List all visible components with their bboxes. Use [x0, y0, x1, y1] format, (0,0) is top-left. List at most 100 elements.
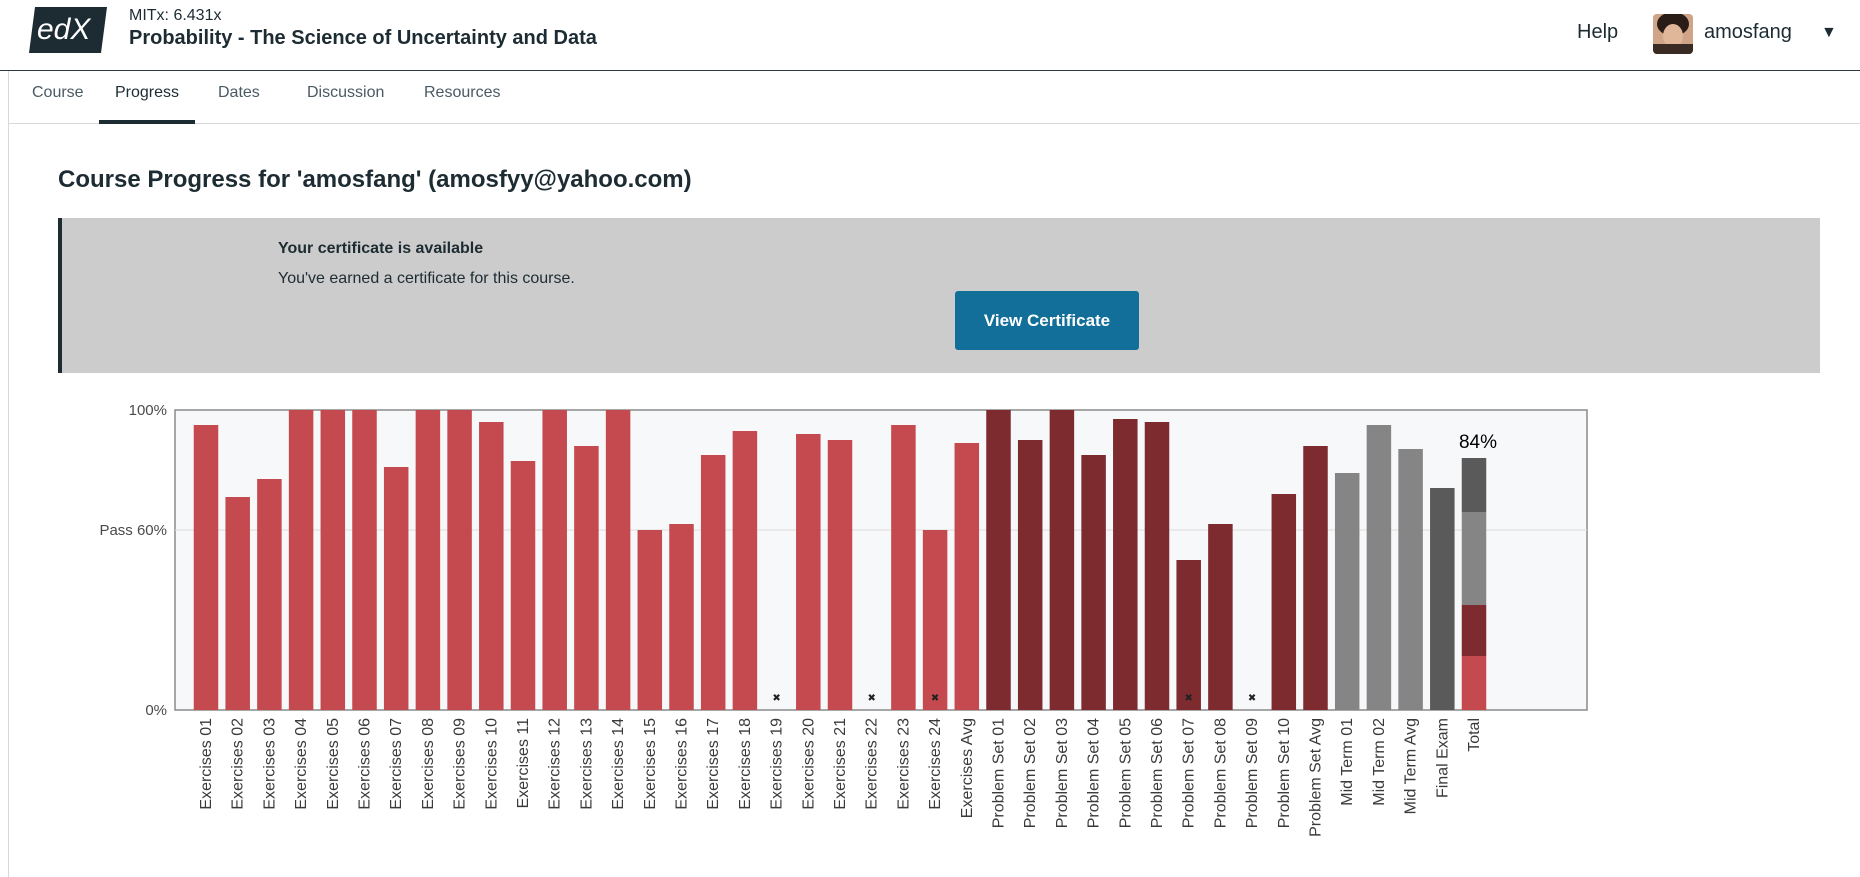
- user-avatar-icon: [1653, 14, 1693, 54]
- grade-bar: [225, 497, 250, 710]
- x-tick-label: Problem Set 08: [1212, 718, 1229, 828]
- x-tick-label: Mid Term 02: [1371, 718, 1388, 806]
- grade-bar: [1430, 488, 1455, 710]
- tab-progress[interactable]: Progress: [99, 83, 196, 124]
- logo-text: edX: [37, 13, 91, 46]
- x-tick-label: Exercises Avg: [959, 718, 976, 818]
- x-tick-label: Exercises 07: [388, 718, 405, 810]
- x-tick-label: Exercises 15: [642, 718, 659, 810]
- x-tick-label: Problem Set Avg: [1308, 718, 1325, 837]
- x-tick-label: Mid Term Avg: [1403, 718, 1420, 814]
- x-tick-label: Exercises 24: [927, 718, 944, 810]
- page-title: Course Progress for 'amosfang' (amosfyy@…: [58, 166, 692, 193]
- grade-bar: [637, 530, 663, 710]
- missing-marker-icon: ✖: [772, 693, 780, 704]
- grade-bar: [352, 410, 377, 710]
- grade-bar: [415, 410, 441, 710]
- grade-bar: [479, 422, 504, 710]
- grade-bar: [1113, 419, 1138, 710]
- edx-logo[interactable]: edX: [29, 7, 107, 53]
- view-certificate-button[interactable]: View Certificate: [955, 291, 1139, 350]
- tab-discussion[interactable]: Discussion: [291, 83, 400, 124]
- grade-bar: [700, 455, 726, 710]
- x-tick-label: Problem Set 02: [1022, 718, 1039, 828]
- x-tick-label: Final Exam: [1434, 718, 1451, 798]
- help-link[interactable]: Help: [1577, 21, 1618, 44]
- grade-bar: [1303, 446, 1328, 710]
- x-tick-label: Exercises 09: [452, 718, 469, 810]
- x-tick-label: Exercises 13: [578, 718, 595, 810]
- x-tick-label: Exercises 01: [198, 718, 215, 810]
- x-tick-label: Exercises 19: [769, 718, 786, 810]
- x-tick-label: Exercises 12: [547, 718, 564, 810]
- x-tick-label: Problem Set 01: [991, 718, 1008, 828]
- x-tick-label: Exercises 22: [864, 718, 881, 810]
- x-tick-label: Problem Set 07: [1181, 718, 1198, 828]
- y-tick-label: Pass 60%: [99, 522, 167, 539]
- grade-bar: [1271, 494, 1297, 710]
- site-header: edX MITx: 6.431x Probability - The Scien…: [0, 0, 1860, 71]
- total-segment-problem-sets: [1461, 605, 1487, 656]
- total-segment-exercises: [1461, 656, 1487, 710]
- grade-bar: [1366, 425, 1392, 710]
- x-tick-label: Exercises 18: [737, 718, 754, 810]
- grade-bar: [1144, 422, 1170, 710]
- missing-marker-icon: ✖: [868, 693, 876, 704]
- grade-bar: [1176, 560, 1201, 710]
- grade-bar: [986, 410, 1011, 710]
- grade-bar: [1208, 524, 1233, 710]
- x-tick-label: Mid Term 01: [1339, 718, 1356, 806]
- x-tick-label: Total: [1466, 718, 1483, 752]
- x-tick-label: Exercises 02: [230, 718, 247, 810]
- grade-bar: [891, 425, 916, 710]
- y-tick-label: 100%: [129, 402, 167, 419]
- user-menu-caret-icon[interactable]: ▼: [1821, 24, 1837, 42]
- grade-bar: [574, 446, 599, 710]
- tab-dates[interactable]: Dates: [202, 83, 276, 124]
- x-tick-label: Exercises 08: [420, 718, 437, 810]
- x-tick-label: Exercises 17: [705, 718, 722, 810]
- grade-bar: [510, 461, 536, 710]
- x-tick-label: Exercises 10: [483, 718, 500, 810]
- x-tick-label: Exercises 16: [674, 718, 691, 810]
- tab-course[interactable]: Course: [16, 83, 100, 124]
- x-tick-label: Problem Set 10: [1276, 718, 1293, 828]
- x-tick-label: Problem Set 09: [1244, 718, 1261, 828]
- course-org: MITx: 6.431x: [129, 7, 222, 24]
- grade-bar: [542, 410, 567, 710]
- x-tick-label: Exercises 04: [293, 718, 310, 810]
- grade-bar: [796, 434, 821, 710]
- grade-bar: [288, 410, 314, 710]
- total-percent-label: 84%: [1459, 432, 1497, 453]
- x-tick-label: Exercises 05: [325, 718, 342, 810]
- missing-marker-icon: ✖: [1185, 693, 1193, 704]
- grade-bar: [1334, 473, 1360, 710]
- x-tick-label: Exercises 03: [261, 718, 278, 810]
- certificate-banner: Your certificate is available You've ear…: [58, 218, 1820, 373]
- x-tick-label: Problem Set 03: [1054, 718, 1071, 828]
- missing-marker-icon: ✖: [931, 693, 939, 704]
- total-segment-mid-terms: [1461, 512, 1487, 605]
- grade-bar: [193, 425, 219, 710]
- grade-bar: [1081, 455, 1106, 710]
- tab-resources[interactable]: Resources: [408, 83, 516, 124]
- grade-bar: [922, 530, 948, 710]
- x-tick-label: Problem Set 05: [1117, 718, 1134, 828]
- x-tick-label: Exercises 21: [832, 718, 849, 810]
- certificate-title: Your certificate is available: [278, 240, 484, 257]
- y-tick-label: 0%: [145, 702, 167, 719]
- x-tick-label: Problem Set 06: [1149, 718, 1166, 828]
- course-tabs: Course Progress Dates Discussion Resourc…: [8, 71, 1860, 124]
- avatar[interactable]: [1653, 14, 1693, 54]
- course-title: Probability - The Science of Uncertainty…: [129, 27, 597, 49]
- grade-bar: [827, 440, 853, 710]
- missing-marker-icon: ✖: [1248, 693, 1256, 704]
- x-tick-label: Exercises 14: [610, 718, 627, 810]
- x-tick-label: Exercises 23: [895, 718, 912, 810]
- username[interactable]: amosfang: [1704, 21, 1792, 44]
- total-segment-final-exam: [1461, 458, 1487, 512]
- x-tick-label: Exercises 06: [357, 718, 374, 810]
- certificate-text: You've earned a certificate for this cou…: [278, 270, 575, 287]
- grade-bar: [1017, 440, 1043, 710]
- grade-bar: [447, 410, 472, 710]
